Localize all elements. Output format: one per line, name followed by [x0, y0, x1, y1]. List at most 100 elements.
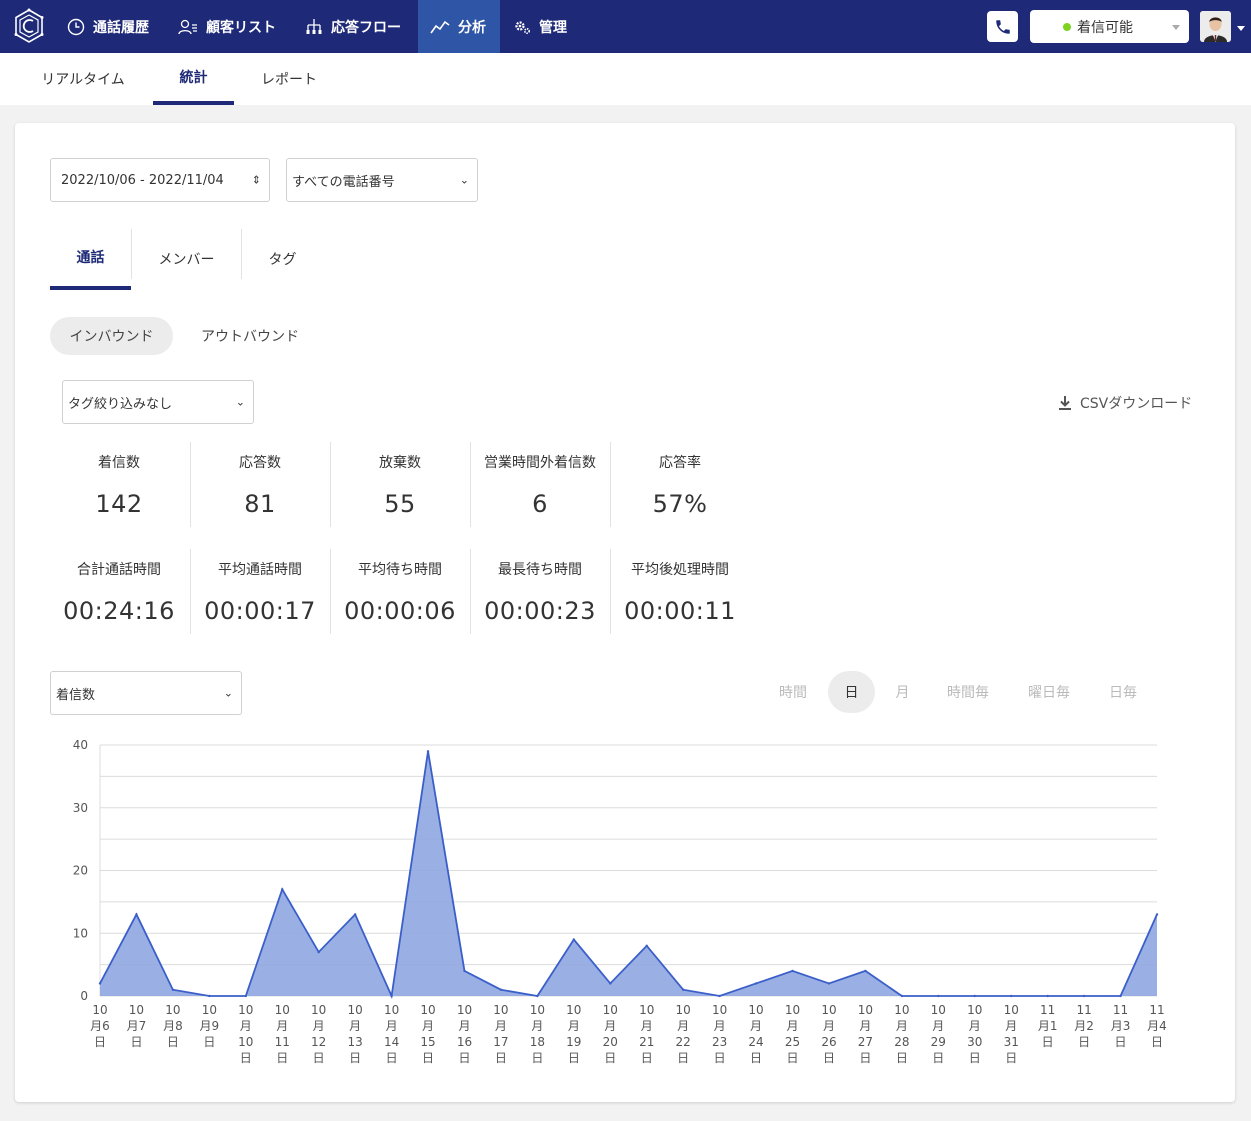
- stat-incoming: 着信数 142: [49, 452, 189, 518]
- nav-response-flow[interactable]: 応答フロー: [293, 0, 413, 53]
- data-point: [645, 944, 648, 947]
- y-tick-label: 0: [80, 989, 88, 1003]
- x-tick-label: 10 月 12 日: [311, 1003, 326, 1065]
- stat-label: 平均後処理時間: [631, 562, 729, 578]
- pill-outbound[interactable]: アウトバウンド: [185, 317, 315, 355]
- stat-label: 着信数: [98, 455, 140, 471]
- x-tick-label: 10 月 24 日: [748, 1003, 763, 1065]
- subtab-report[interactable]: レポート: [248, 53, 330, 105]
- data-point: [171, 988, 175, 991]
- stat-value: 00:00:11: [624, 597, 736, 625]
- statistics-card: 2022/10/06 - 2022/11/04 ⇕ すべての電話番号 ⌄ 通話 …: [15, 123, 1235, 1102]
- subtab-realtime[interactable]: リアルタイム: [27, 53, 139, 105]
- stat-max-wait-time: 最長待ち時間 00:00:23: [470, 559, 610, 625]
- subtab-statistics[interactable]: 統計: [153, 53, 234, 105]
- stat-label: 応答率: [659, 455, 701, 471]
- stat-avg-wrapup-time: 平均後処理時間 00:00:11: [610, 559, 750, 625]
- data-point: [463, 969, 466, 973]
- tab-tags[interactable]: タグ: [242, 228, 323, 290]
- data-point: [98, 982, 102, 985]
- stat-avg-wait-time: 平均待ち時間 00:00:06: [330, 559, 470, 625]
- data-point: [900, 994, 904, 998]
- data-point: [536, 994, 539, 998]
- y-tick-label: 40: [73, 738, 88, 752]
- stat-answered: 応答数 81: [190, 452, 330, 518]
- app-logo-icon[interactable]: [12, 8, 46, 44]
- data-point: [572, 938, 576, 941]
- nav-call-history[interactable]: 通話履歴: [55, 0, 161, 53]
- x-tick-label: 10 月 11 日: [275, 1003, 290, 1065]
- nav-label: 分析: [458, 19, 486, 36]
- nav-label: 通話履歴: [93, 19, 149, 36]
- data-point: [864, 969, 867, 973]
- data-point: [937, 994, 940, 998]
- x-tick-label: 10 月 22 日: [676, 1003, 691, 1065]
- granularity-day[interactable]: 日: [828, 671, 875, 713]
- nav-admin[interactable]: 管理: [501, 0, 579, 53]
- date-range-value: 2022/10/06 - 2022/11/04: [61, 172, 224, 188]
- avatar[interactable]: [1200, 11, 1231, 42]
- data-point: [754, 982, 758, 985]
- phone-icon: [995, 19, 1010, 34]
- granularity-by-day[interactable]: 日毎: [1095, 671, 1151, 713]
- stat-label: 合計通話時間: [77, 562, 161, 578]
- x-tick-label: 10 月 28 日: [894, 1003, 909, 1065]
- stat-label: 応答数: [239, 455, 281, 471]
- x-tick-label: 10 月 10 日: [238, 1003, 253, 1065]
- data-point: [426, 750, 430, 753]
- x-tick-label: 11 月1 日: [1038, 1003, 1058, 1049]
- x-tick-label: 10 月8 日: [163, 1003, 183, 1049]
- stat-abandoned: 放棄数 55: [330, 452, 470, 518]
- customer-list-icon: [178, 19, 197, 34]
- tab-members[interactable]: メンバー: [132, 228, 241, 290]
- data-point: [353, 913, 357, 916]
- y-tick-label: 10: [73, 926, 88, 940]
- flow-icon: [306, 18, 322, 34]
- x-tick-label: 10 月 13 日: [347, 1003, 362, 1065]
- metric-select[interactable]: 着信数 ⌄: [50, 671, 242, 715]
- x-tick-label: 10 月 30 日: [967, 1003, 982, 1065]
- x-tick-label: 10 月 16 日: [457, 1003, 472, 1065]
- granularity-hour[interactable]: 時間: [765, 671, 821, 713]
- phone-number-select[interactable]: すべての電話番号 ⌄: [286, 158, 478, 202]
- date-range-picker[interactable]: 2022/10/06 - 2022/11/04 ⇕: [50, 158, 270, 202]
- x-tick-label: 10 月 23 日: [712, 1003, 727, 1065]
- stat-value: 00:00:17: [204, 597, 316, 625]
- chevron-down-icon: [1172, 25, 1180, 30]
- gear-icon: [515, 20, 531, 34]
- stat-label: 平均通話時間: [218, 562, 302, 578]
- tab-calls[interactable]: 通話: [50, 228, 131, 290]
- nav-customer-list[interactable]: 顧客リスト: [166, 0, 288, 53]
- stat-value: 57%: [652, 490, 708, 518]
- chevron-down-icon: ⌄: [459, 173, 469, 187]
- series-line: [99, 751, 1158, 1000]
- phone-button[interactable]: [987, 11, 1018, 42]
- nav-label: 応答フロー: [331, 19, 401, 36]
- data-point: [499, 988, 503, 991]
- metric-value: 着信数: [56, 687, 96, 703]
- stat-value: 142: [95, 490, 143, 518]
- x-tick-label: 11 月2 日: [1074, 1003, 1094, 1049]
- phone-number-value: すべての電話番号: [292, 174, 395, 190]
- granularity-by-hour[interactable]: 時間毎: [935, 671, 1001, 713]
- x-tick-label: 10 月 21 日: [639, 1003, 654, 1065]
- x-tick-label: 10 月 18 日: [530, 1003, 545, 1065]
- stat-value: 00:00:23: [484, 597, 596, 625]
- granularity-by-weekday[interactable]: 曜日毎: [1015, 671, 1083, 713]
- data-point: [281, 888, 284, 891]
- granularity-month[interactable]: 月: [879, 671, 926, 713]
- tag-filter-select[interactable]: タグ絞り込みなし ⌄: [62, 380, 254, 424]
- stat-label: 営業時間外着信数: [484, 455, 596, 471]
- availability-select[interactable]: 着信可能: [1030, 10, 1189, 43]
- x-tick-label: 10 月 26 日: [821, 1003, 836, 1065]
- csv-download-button[interactable]: CSVダウンロード: [1058, 393, 1192, 413]
- data-point: [973, 994, 976, 998]
- stat-value: 00:24:16: [63, 597, 175, 625]
- x-tick-label: 10 月9 日: [200, 1003, 220, 1049]
- data-point: [135, 913, 138, 916]
- nav-analytics[interactable]: 分析: [418, 0, 500, 53]
- chart-line-icon: [430, 20, 450, 33]
- stat-total-talk-time: 合計通話時間 00:24:16: [49, 559, 189, 625]
- avatar-menu-chevron-icon[interactable]: [1237, 26, 1245, 31]
- pill-inbound[interactable]: インバウンド: [50, 317, 173, 355]
